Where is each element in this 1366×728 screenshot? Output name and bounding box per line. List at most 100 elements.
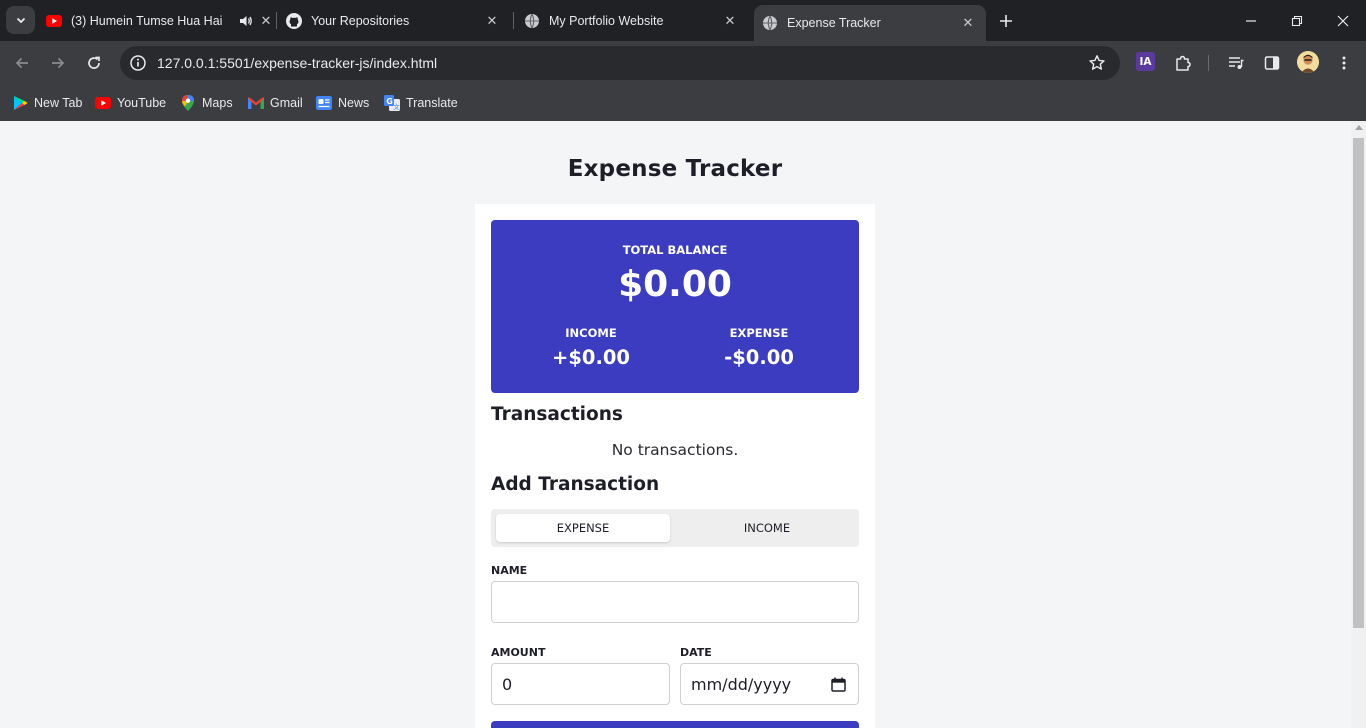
income-summary: INCOME +$0.00 [499, 326, 683, 369]
minimize-button[interactable] [1228, 0, 1274, 41]
bookmark-maps[interactable]: Maps [180, 92, 233, 114]
amount-label: AMOUNT [491, 646, 546, 659]
total-balance-label: TOTAL BALANCE [622, 243, 728, 257]
news-icon [316, 95, 332, 111]
extension-badge-text: IA [1139, 55, 1152, 68]
play-store-icon [12, 95, 28, 111]
tab-title: (3) Humein Tumse Hua Hai [71, 13, 223, 28]
add-transaction-heading: Add Transaction [491, 474, 660, 495]
type-income-button[interactable]: INCOME [680, 514, 854, 542]
restore-icon [1291, 15, 1303, 26]
expense-label: EXPENSE [729, 326, 789, 340]
bookmark-label: New Tab [34, 96, 83, 110]
address-bar[interactable]: 127.0.0.1:5501/expense-tracker-js/index.… [120, 46, 1120, 80]
page-viewport: Expense Tracker TOTAL BALANCE $0.00 INCO… [0, 121, 1366, 728]
close-tab-icon[interactable]: ✕ [258, 13, 274, 29]
submit-button[interactable] [491, 721, 859, 728]
avatar-icon [1297, 51, 1319, 73]
calendar-icon[interactable] [831, 677, 846, 692]
speaker-icon[interactable] [238, 13, 254, 29]
reload-button[interactable] [80, 49, 108, 77]
media-controls-button[interactable] [1226, 53, 1246, 73]
extension-ia-button[interactable]: IA [1136, 52, 1155, 71]
tab-youtube[interactable]: (3) Humein Tumse Hua Hai ✕ [46, 0, 274, 41]
empty-transactions-message: No transactions. [611, 441, 739, 459]
plus-icon [1000, 15, 1012, 27]
scrollbar[interactable] [1351, 121, 1366, 728]
tab-portfolio[interactable]: My Portfolio Website ✕ [524, 0, 740, 41]
svg-text:文: 文 [393, 102, 400, 111]
url-text[interactable]: 127.0.0.1:5501/expense-tracker-js/index.… [157, 55, 437, 71]
transaction-type-toggle: EXPENSE INCOME [491, 509, 859, 547]
browser-menu-button[interactable] [1334, 53, 1354, 73]
transactions-heading: Transactions [491, 404, 623, 425]
tab-search-button[interactable] [6, 6, 35, 34]
restore-button[interactable] [1274, 0, 1320, 41]
bookmark-new-tab[interactable]: New Tab [12, 92, 82, 114]
bookmark-news[interactable]: News [316, 92, 369, 114]
tracker-card: TOTAL BALANCE $0.00 INCOME +$0.00 EXPENS… [475, 204, 875, 728]
maps-pin-icon [180, 95, 196, 111]
side-panel-button[interactable] [1262, 53, 1282, 73]
income-amount: +$0.00 [551, 346, 631, 369]
side-panel-icon [1264, 56, 1280, 70]
back-button[interactable] [8, 49, 36, 77]
gmail-icon [248, 95, 264, 111]
youtube-icon [95, 95, 111, 111]
close-window-button[interactable] [1320, 0, 1366, 41]
globe-icon [762, 15, 778, 31]
tab-github[interactable]: Your Repositories ✕ [286, 0, 502, 41]
media-queue-icon [1229, 57, 1244, 69]
scroll-up-arrow-icon[interactable] [1355, 125, 1363, 130]
browser-toolbar: 127.0.0.1:5501/expense-tracker-js/index.… [0, 41, 1366, 85]
youtube-icon [46, 13, 62, 29]
tab-title: Expense Tracker [787, 16, 881, 30]
bookmark-label: News [338, 96, 370, 110]
bookmark-label: Translate [406, 96, 458, 110]
scrollbar-thumb[interactable] [1353, 138, 1364, 628]
more-vertical-icon [1342, 56, 1346, 70]
type-expense-button[interactable]: EXPENSE [496, 514, 670, 542]
bookmark-star-icon[interactable] [1088, 54, 1106, 72]
amount-value: 0 [502, 674, 513, 694]
site-info-icon[interactable] [129, 54, 147, 72]
svg-text:G: G [386, 97, 393, 106]
balance-panel: TOTAL BALANCE $0.00 INCOME +$0.00 EXPENS… [491, 220, 859, 393]
profile-avatar[interactable] [1297, 51, 1319, 73]
bookmark-youtube[interactable]: YouTube [95, 92, 166, 114]
close-tab-icon[interactable]: ✕ [722, 13, 738, 29]
name-input[interactable] [491, 581, 859, 623]
github-icon [286, 12, 302, 29]
expense-amount: -$0.00 [724, 346, 794, 369]
toolbar-divider [1208, 55, 1209, 71]
globe-icon [524, 13, 540, 29]
forward-button[interactable] [44, 49, 72, 77]
close-tab-icon[interactable]: ✕ [960, 15, 976, 31]
arrow-right-icon [52, 57, 65, 69]
close-icon [1337, 15, 1349, 26]
tab-separator [513, 12, 514, 29]
date-label: DATE [680, 646, 712, 659]
arrow-left-icon [15, 57, 28, 69]
date-input[interactable]: mm/dd/yyyy [680, 663, 859, 705]
tab-strip: (3) Humein Tumse Hua Hai ✕ Your Reposito… [0, 0, 1366, 41]
url-path: :5501/expense-tracker-js/index.html [215, 55, 438, 71]
close-tab-icon[interactable]: ✕ [484, 13, 500, 29]
amount-input[interactable]: 0 [491, 663, 670, 705]
new-tab-button[interactable] [993, 8, 1019, 34]
tab-expense-tracker[interactable]: Expense Tracker ✕ [754, 5, 986, 41]
tab-separator [276, 12, 277, 29]
date-placeholder: mm/dd/yyyy [691, 674, 792, 694]
total-balance-amount: $0.00 [618, 264, 732, 305]
expense-summary: EXPENSE -$0.00 [667, 326, 851, 369]
translate-icon: G文 [384, 95, 400, 111]
page-title: Expense Tracker [567, 156, 783, 182]
bookmark-gmail[interactable]: Gmail [248, 92, 303, 114]
reload-icon [88, 56, 100, 69]
income-label: INCOME [565, 326, 617, 340]
url-host: 127.0.0.1 [157, 55, 216, 71]
tab-title: Your Repositories [311, 13, 410, 28]
extensions-button[interactable] [1173, 53, 1193, 73]
name-label: NAME [491, 564, 528, 577]
bookmark-translate[interactable]: G文 Translate [384, 92, 458, 114]
